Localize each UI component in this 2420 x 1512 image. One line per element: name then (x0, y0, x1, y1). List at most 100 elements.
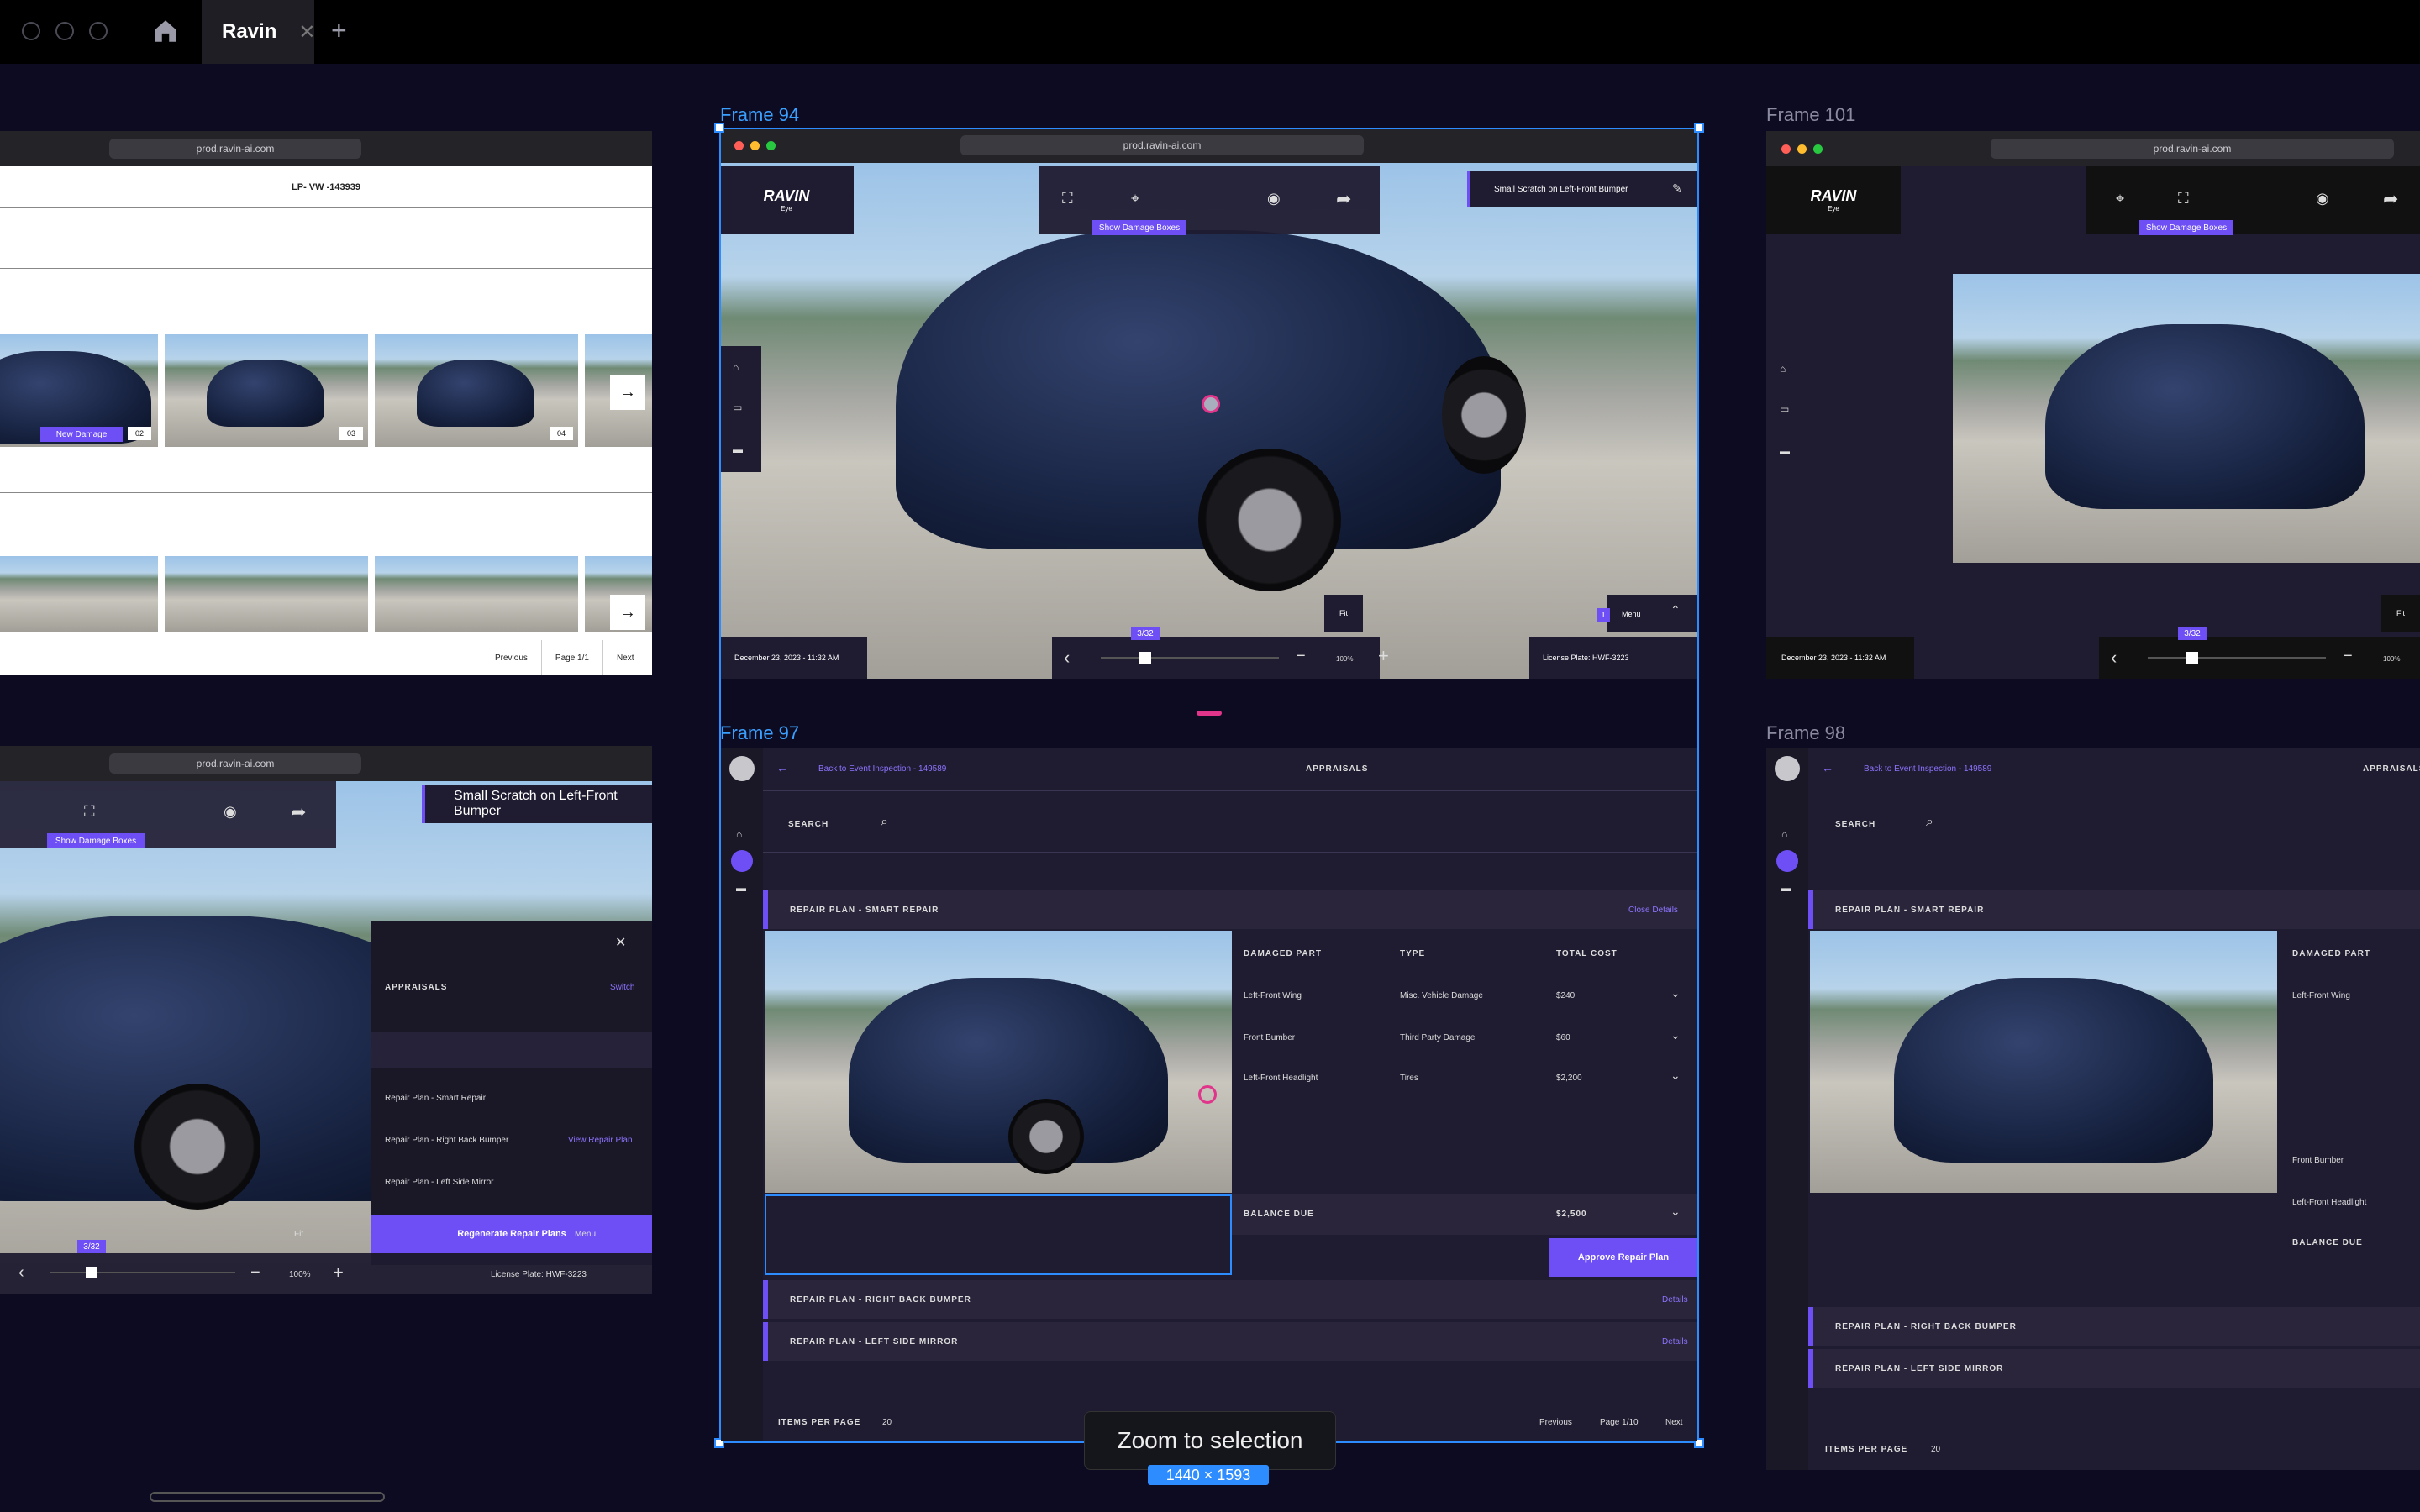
frame-98-appraisals[interactable]: ⌂ ▬ ← Back to Event Inspection - 149589 … (1766, 748, 2420, 1470)
items-per-page-select[interactable]: 20 (882, 1418, 892, 1427)
arrow-right-icon[interactable]: → (610, 595, 645, 630)
zoom-out-icon[interactable]: − (1296, 647, 1306, 666)
focus-icon[interactable]: ⛶ (84, 803, 95, 821)
chevron-down-icon[interactable]: ⌄ (1670, 986, 1681, 1000)
capture-icon[interactable]: ⌖ (2116, 190, 2124, 207)
plan-item[interactable]: Repair Plan - Right Back Bumper (385, 1136, 508, 1145)
details-link[interactable]: Details (1662, 1337, 1688, 1347)
close-details-link[interactable]: Close Details (1628, 906, 1678, 915)
menu-button[interactable]: Menu (575, 1230, 596, 1239)
zoom-out-icon[interactable]: − (250, 1263, 260, 1283)
back-link[interactable]: Back to Event Inspection - 149589 (818, 764, 946, 774)
switch-link[interactable]: Switch (610, 983, 634, 992)
fit-button[interactable]: Fit (2381, 595, 2420, 632)
chevron-up-icon[interactable]: ⌃ (1670, 603, 1681, 617)
window-close-control[interactable] (22, 22, 40, 40)
show-damage-boxes-button[interactable]: Show Damage Boxes (47, 833, 145, 848)
search-icon[interactable]: ⌕ (881, 815, 888, 830)
briefcase-icon[interactable]: ▬ (1781, 882, 1791, 894)
items-per-page-select[interactable]: 20 (1931, 1445, 1940, 1454)
chevron-down-icon[interactable]: ⌄ (1670, 1205, 1681, 1219)
home-icon[interactable]: ⌂ (1781, 828, 1787, 840)
empty-slot[interactable] (765, 1194, 1232, 1275)
previous-button[interactable]: Previous (1539, 1418, 1572, 1427)
view-repair-plan-link[interactable]: View Repair Plan (568, 1136, 633, 1145)
frame-label-98[interactable]: Frame 98 (1766, 722, 1845, 744)
search-icon[interactable]: ⌕ (1926, 815, 1933, 830)
resize-handle[interactable] (714, 123, 724, 133)
damage-marker[interactable] (1198, 1085, 1217, 1104)
slider-thumb[interactable] (2186, 652, 2198, 664)
url-bar[interactable]: prod.ravin-ai.com (109, 753, 361, 774)
capture-icon[interactable]: ⌖ (1131, 190, 1139, 207)
home-icon[interactable] (151, 17, 180, 45)
briefcase-icon[interactable]: ▬ (1780, 445, 1790, 457)
details-link[interactable]: Details (1662, 1295, 1688, 1305)
zoom-in-icon[interactable]: + (333, 1262, 344, 1284)
thumbnail[interactable] (375, 556, 578, 632)
close-icon[interactable]: ✕ (298, 20, 315, 45)
slider-thumb[interactable] (86, 1267, 97, 1278)
arrow-left-icon[interactable]: ← (1822, 761, 1833, 774)
show-damage-boxes-button[interactable]: Show Damage Boxes (2139, 220, 2233, 235)
image-slider[interactable] (50, 1272, 235, 1273)
share-icon[interactable]: ➦ (2383, 188, 2398, 210)
edit-icon[interactable]: ✎ (1672, 181, 1682, 196)
avatar[interactable] (1775, 756, 1800, 781)
home-icon[interactable]: ⌂ (733, 361, 739, 373)
image-slider[interactable] (1101, 657, 1279, 659)
share-icon[interactable]: ➦ (291, 801, 306, 823)
share-icon[interactable]: ➦ (1336, 188, 1351, 210)
avatar[interactable] (729, 756, 755, 781)
thumbnail[interactable] (375, 334, 578, 447)
camera-icon[interactable]: ◉ (1267, 190, 1281, 207)
horizontal-scrollbar[interactable] (150, 1492, 385, 1502)
briefcase-icon[interactable]: ▬ (736, 882, 746, 894)
home-icon[interactable]: ⌂ (1780, 363, 1786, 375)
frame-label-97[interactable]: Frame 97 (720, 722, 799, 744)
search-label[interactable]: SEARCH (1835, 820, 1876, 829)
url-bar[interactable]: prod.ravin-ai.com (1991, 139, 2394, 159)
car-icon[interactable]: ▭ (733, 402, 742, 413)
arrow-right-icon[interactable]: → (610, 375, 645, 410)
show-damage-boxes-button[interactable]: Show Damage Boxes (1092, 220, 1186, 235)
search-label[interactable]: SEARCH (788, 820, 829, 829)
fit-button[interactable]: Fit (294, 1230, 303, 1239)
window-minimize-control[interactable] (55, 22, 74, 40)
chevron-left-icon[interactable]: ‹ (1064, 647, 1070, 669)
frame-97-appraisals[interactable]: ⌂ ▬ ← Back to Event Inspection - 149589 … (721, 748, 1697, 1441)
zoom-in-icon[interactable]: + (1378, 645, 1389, 667)
menu-button[interactable]: Menu (1622, 610, 1641, 618)
frame-label-94[interactable]: Frame 94 (720, 104, 799, 126)
chevron-left-icon[interactable]: ‹ (2111, 647, 2117, 669)
thumbnail[interactable] (165, 334, 368, 447)
image-slider[interactable] (2148, 657, 2326, 659)
next-button[interactable]: Next (1665, 1418, 1683, 1427)
url-bar[interactable]: prod.ravin-ai.com (960, 135, 1364, 155)
previous-button[interactable]: Previous (481, 640, 541, 675)
resize-handle[interactable] (1694, 123, 1704, 133)
thumbnail[interactable] (0, 556, 158, 632)
focus-icon[interactable]: ⛶ (1062, 190, 1073, 207)
plan-item[interactable]: Repair Plan - Smart Repair (385, 1094, 486, 1103)
tab-ravin[interactable]: Ravin ✕ (202, 0, 315, 64)
car-icon[interactable]: ▭ (1780, 403, 1789, 415)
chevron-left-icon[interactable]: ‹ (18, 1263, 24, 1283)
camera-icon[interactable]: ◉ (224, 803, 237, 821)
plan-item[interactable]: Repair Plan - Left Side Mirror (385, 1178, 494, 1187)
window-zoom-control[interactable] (89, 22, 108, 40)
chevron-down-icon[interactable]: ⌄ (1670, 1068, 1681, 1083)
zoom-out-icon[interactable]: − (2343, 647, 2353, 666)
new-tab-button[interactable]: + (331, 15, 347, 46)
back-link[interactable]: Back to Event Inspection - 149589 (1864, 764, 1991, 774)
damage-marker[interactable] (1202, 395, 1220, 413)
approve-repair-plan-button[interactable]: Approve Repair Plan (1549, 1238, 1697, 1277)
car-icon[interactable] (1776, 850, 1798, 872)
focus-icon[interactable]: ⛶ (2178, 190, 2189, 207)
next-button[interactable]: Next (602, 640, 648, 675)
frame-94-viewer[interactable]: prod.ravin-ai.com RAVIN Eye ⛶ ⌖ ◉ ➦ Show … (719, 128, 1699, 679)
gap-handle[interactable] (1197, 711, 1222, 716)
arrow-left-icon[interactable]: ← (776, 761, 788, 774)
slider-thumb[interactable] (1139, 652, 1151, 664)
car-icon[interactable] (731, 850, 753, 872)
